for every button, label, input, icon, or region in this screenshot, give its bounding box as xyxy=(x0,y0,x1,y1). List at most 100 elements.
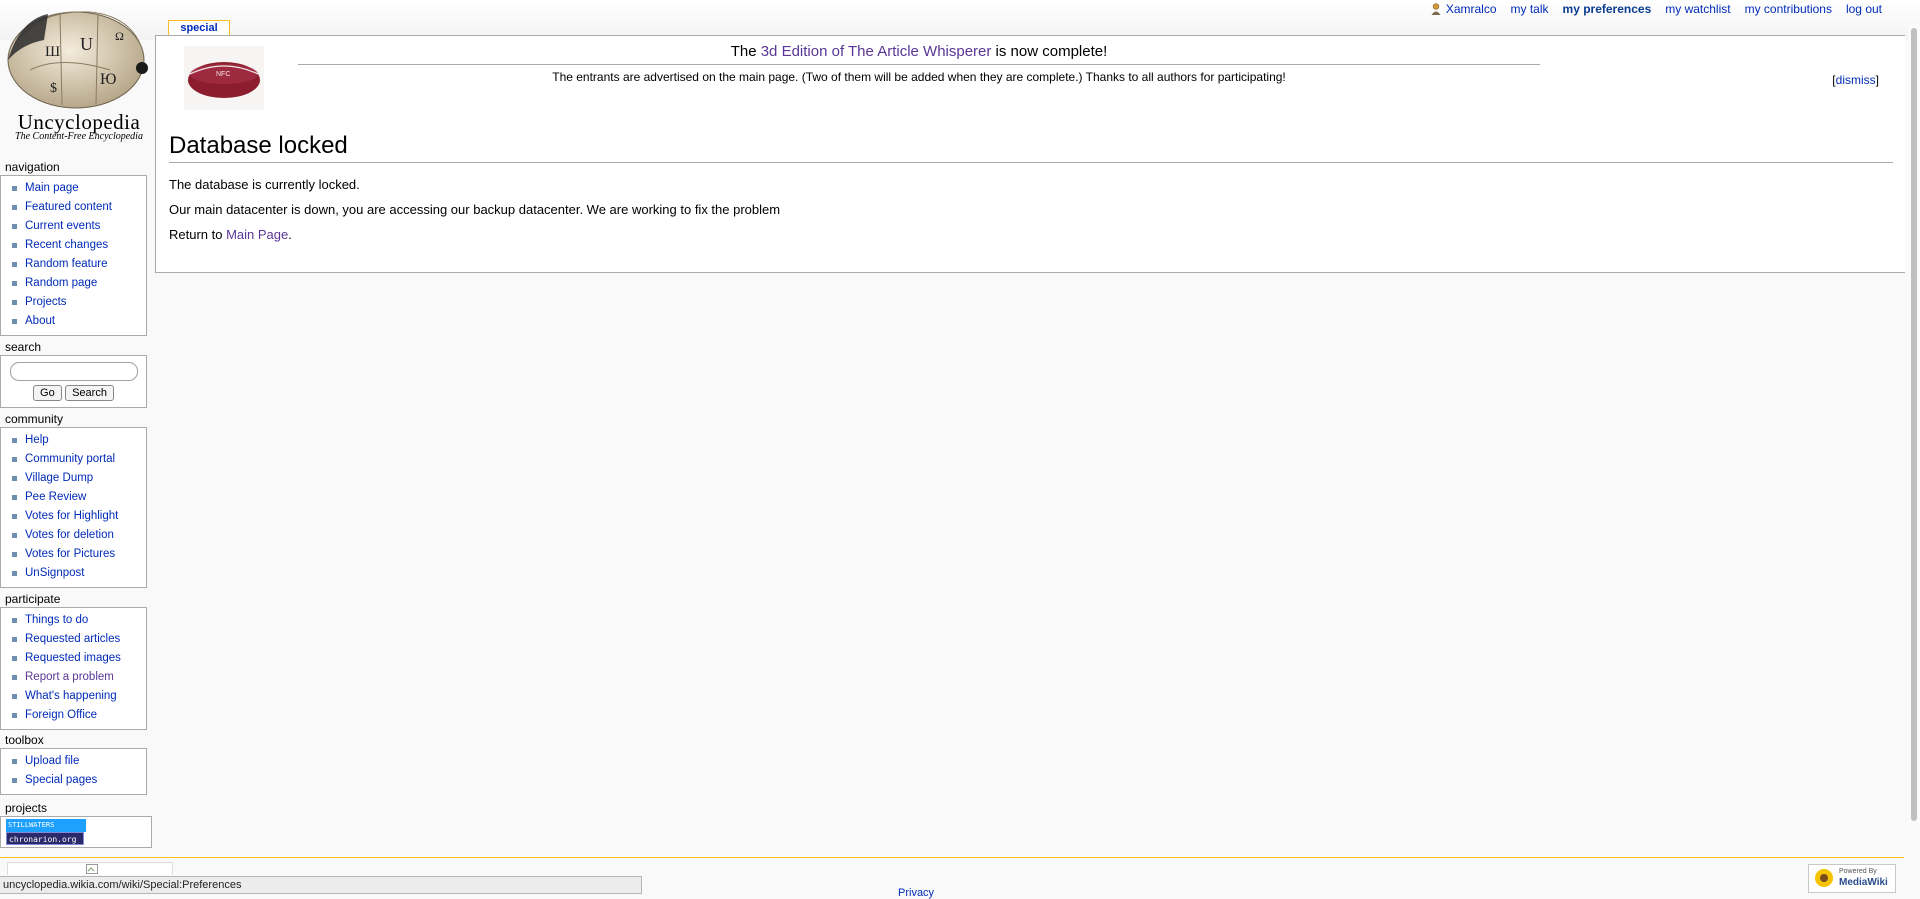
bullet-icon xyxy=(12,618,17,623)
datacenter-message: Our main datacenter is down, you are acc… xyxy=(169,202,781,217)
nav-item-featured-content[interactable]: Featured content xyxy=(11,198,146,217)
participate-item-foreign-office[interactable]: Foreign Office xyxy=(11,706,146,725)
tab-special[interactable]: special xyxy=(168,20,230,36)
nav-item-random-feature[interactable]: Random feature xyxy=(11,255,146,274)
participate-link[interactable]: Requested images xyxy=(25,652,121,664)
nav-item-recent-changes[interactable]: Recent changes xyxy=(11,236,146,255)
community-link[interactable]: Help xyxy=(25,434,49,446)
bullet-icon xyxy=(12,675,17,680)
participate-link[interactable]: Things to do xyxy=(25,614,88,626)
dismiss-link[interactable]: dismiss xyxy=(1836,73,1876,87)
toolbox-heading: toolbox xyxy=(5,733,44,747)
toolbox-list: Upload file Special pages xyxy=(1,752,146,790)
navigation-body: Main page Featured content Current event… xyxy=(0,175,147,336)
sitenotice-headline: The 3d Edition of The Article Whisperer … xyxy=(298,41,1540,65)
my-contributions-link[interactable]: my contributions xyxy=(1745,2,1832,16)
football-icon: NFC xyxy=(188,62,260,98)
community-item-pee-review[interactable]: Pee Review xyxy=(11,488,146,507)
main-page-link[interactable]: Main Page xyxy=(226,227,288,242)
user-page-link[interactable]: Xamralco xyxy=(1446,2,1497,16)
svg-text:Ю: Ю xyxy=(100,71,116,88)
sitenotice: The 3d Edition of The Article Whisperer … xyxy=(298,41,1540,84)
community-list: Help Community portal Village Dump Pee R… xyxy=(1,431,146,583)
nav-link[interactable]: Recent changes xyxy=(25,239,108,251)
bullet-icon xyxy=(12,186,17,191)
nav-link[interactable]: Main page xyxy=(25,182,79,194)
bullet-icon xyxy=(12,262,17,267)
nav-link[interactable]: Projects xyxy=(25,296,67,308)
participate-item-requested-images[interactable]: Requested images xyxy=(11,649,146,668)
community-item-votes-deletion[interactable]: Votes for deletion xyxy=(11,526,146,545)
search-button[interactable]: Search xyxy=(65,385,114,401)
bullet-icon xyxy=(12,571,17,576)
participate-item-whats-happening[interactable]: What's happening xyxy=(11,687,146,706)
toolbox-item-upload-file[interactable]: Upload file xyxy=(11,752,146,771)
vertical-scrollbar[interactable] xyxy=(1908,24,1920,894)
bullet-icon xyxy=(12,713,17,718)
my-watchlist-link[interactable]: my watchlist xyxy=(1665,2,1730,16)
powered-by-mediawiki-badge[interactable]: Powered By MediaWiki xyxy=(1808,864,1896,893)
community-item-unsignpost[interactable]: UnSignpost xyxy=(11,564,146,583)
community-link[interactable]: Votes for Pictures xyxy=(25,548,115,560)
nav-item-random-page[interactable]: Random page xyxy=(11,274,146,293)
community-item-votes-pictures[interactable]: Votes for Pictures xyxy=(11,545,146,564)
toolbox-body: Upload file Special pages xyxy=(0,748,147,795)
nav-item-projects[interactable]: Projects xyxy=(11,293,146,312)
log-out-link[interactable]: log out xyxy=(1846,2,1882,16)
nav-item-current-events[interactable]: Current events xyxy=(11,217,146,236)
toolbox-link[interactable]: Special pages xyxy=(25,774,97,786)
participate-link[interactable]: Requested articles xyxy=(25,633,120,645)
nav-link[interactable]: Featured content xyxy=(25,201,112,213)
bullet-icon xyxy=(12,457,17,462)
community-link[interactable]: UnSignpost xyxy=(25,567,84,579)
community-item-votes-highlight[interactable]: Votes for Highlight xyxy=(11,507,146,526)
participate-link[interactable]: What's happening xyxy=(25,690,117,702)
privacy-link[interactable]: Privacy xyxy=(898,887,934,899)
page-title: Database locked xyxy=(169,132,1893,163)
dismiss-control: [dismiss] xyxy=(1832,73,1879,87)
my-preferences-link[interactable]: my preferences xyxy=(1563,2,1652,16)
search-input[interactable] xyxy=(9,362,138,381)
nav-item-main-page[interactable]: Main page xyxy=(11,179,146,198)
user-icon xyxy=(1431,3,1441,15)
go-button[interactable]: Go xyxy=(33,385,62,401)
status-bar: uncyclopedia.wikia.com/wiki/Special:Pref… xyxy=(0,876,642,894)
community-link[interactable]: Pee Review xyxy=(25,491,86,503)
toolbox-link[interactable]: Upload file xyxy=(25,755,79,767)
community-link[interactable]: Votes for Highlight xyxy=(25,510,118,522)
nav-link[interactable]: Random page xyxy=(25,277,97,289)
chronarion-badge[interactable]: chronarion.org xyxy=(6,832,84,845)
article-whisperer-link[interactable]: 3d Edition of The Article Whisperer xyxy=(761,43,992,60)
nav-link[interactable]: About xyxy=(25,315,55,327)
participate-item-requested-articles[interactable]: Requested articles xyxy=(11,630,146,649)
bullet-icon xyxy=(12,495,17,500)
participate-link[interactable]: Report a problem xyxy=(25,671,114,683)
community-item-help[interactable]: Help xyxy=(11,431,146,450)
bullet-icon xyxy=(12,694,17,699)
community-link[interactable]: Community portal xyxy=(25,453,115,465)
nav-link[interactable]: Random feature xyxy=(25,258,107,270)
participate-link[interactable]: Foreign Office xyxy=(25,709,97,721)
participate-item-report-problem[interactable]: Report a problem xyxy=(11,668,146,687)
stillwaters-badge[interactable]: STILLWATERS xyxy=(6,819,86,832)
bullet-icon xyxy=(12,552,17,557)
tab-special-label[interactable]: special xyxy=(180,22,217,34)
site-logo[interactable]: U Ш Ю $ Ω Uncyclopedia The Content-Free … xyxy=(0,0,154,150)
bullet-icon xyxy=(12,205,17,210)
nav-item-about[interactable]: About xyxy=(11,312,146,331)
search-portlet: search Go Search xyxy=(0,340,147,408)
navigation-heading: navigation xyxy=(5,160,60,174)
scrollbar-thumb[interactable] xyxy=(1911,28,1917,821)
return-prefix: Return to xyxy=(169,227,227,242)
sitenotice-prefix: The xyxy=(730,43,761,60)
bullet-icon xyxy=(12,476,17,481)
community-item-village-dump[interactable]: Village Dump xyxy=(11,469,146,488)
nav-link[interactable]: Current events xyxy=(25,220,100,232)
community-item-portal[interactable]: Community portal xyxy=(11,450,146,469)
participate-item-things-to-do[interactable]: Things to do xyxy=(11,611,146,630)
toolbox-item-special-pages[interactable]: Special pages xyxy=(11,771,146,790)
my-talk-link[interactable]: my talk xyxy=(1511,2,1549,16)
community-link[interactable]: Village Dump xyxy=(25,472,93,484)
community-link[interactable]: Votes for deletion xyxy=(25,529,114,541)
projects-portlet: projects STILLWATERS chronarion.org xyxy=(0,801,152,848)
